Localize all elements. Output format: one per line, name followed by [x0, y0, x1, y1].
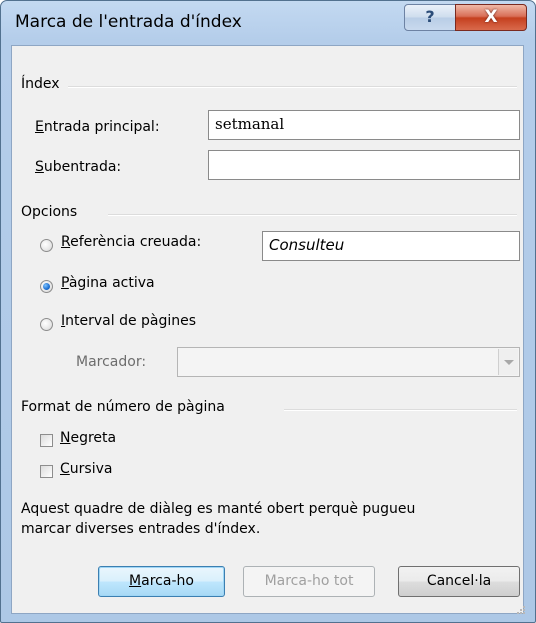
italic-label[interactable]: Cursiva	[60, 461, 112, 477]
close-icon: X	[484, 7, 498, 27]
page-range-label[interactable]: Interval de pàgines	[61, 313, 196, 329]
title-bar[interactable]: Marca de l'entrada d'índex ? X	[1, 1, 535, 45]
subentry-label: Subentrada:	[35, 159, 122, 175]
subentry-label-text: ubentrada:	[43, 159, 122, 175]
dialog-window: Marca de l'entrada d'índex ? X Índex Ent…	[0, 0, 536, 623]
cancel-button[interactable]: Cancel·la	[398, 566, 520, 597]
dialog-client-area: Índex Entrada principal: setmanal Subent…	[11, 45, 525, 614]
help-button[interactable]: ?	[404, 4, 456, 31]
resize-grip-icon[interactable]	[517, 606, 525, 614]
mark-button-label-text: arca-ho	[141, 573, 194, 589]
index-group-divider	[68, 86, 517, 88]
current-page-label[interactable]: Pàgina activa	[61, 275, 155, 291]
bookmark-combobox[interactable]	[177, 347, 520, 377]
help-icon: ?	[425, 7, 435, 26]
page-range-radio[interactable]	[40, 318, 53, 331]
bold-checkbox[interactable]	[40, 434, 53, 447]
options-group-divider	[108, 214, 517, 216]
cross-reference-label-text: eferència creuada:	[70, 234, 202, 250]
mark-all-button[interactable]: Marca-ho tot	[243, 566, 375, 597]
cross-reference-input[interactable]: Consulteu	[262, 231, 520, 261]
bookmark-label: Marcador:	[76, 354, 147, 370]
index-group-label: Índex	[21, 76, 60, 92]
current-page-label-text: àgina activa	[68, 275, 155, 291]
page-range-label-text: nterval de pàgines	[65, 313, 197, 329]
italic-checkbox[interactable]	[40, 465, 53, 478]
options-group-label: Opcions	[21, 204, 78, 220]
current-page-radio[interactable]	[40, 280, 53, 293]
main-entry-label: Entrada principal:	[35, 119, 160, 135]
cross-reference-label[interactable]: Referència creuada:	[61, 234, 201, 250]
info-text-line-2: marcar diverses entrades d'índex.	[21, 521, 261, 537]
mark-button[interactable]: Marca-ho	[98, 566, 225, 597]
chevron-down-icon[interactable]	[498, 349, 518, 375]
main-entry-input[interactable]: setmanal	[208, 110, 520, 140]
bold-label-text: egreta	[70, 430, 117, 446]
bold-label[interactable]: Negreta	[60, 430, 116, 446]
page-number-format-divider	[284, 409, 517, 411]
dialog-title: Marca de l'entrada d'índex	[15, 12, 242, 32]
cross-reference-radio[interactable]	[40, 239, 53, 252]
close-button[interactable]: X	[455, 4, 527, 31]
italic-label-text: ursiva	[69, 461, 113, 477]
main-entry-label-text: ntrada principal:	[43, 119, 160, 135]
info-text-line-1: Aquest quadre de diàleg es manté obert p…	[21, 501, 416, 517]
page-number-format-label: Format de número de pàgina	[21, 399, 225, 415]
subentry-input[interactable]	[208, 150, 520, 180]
